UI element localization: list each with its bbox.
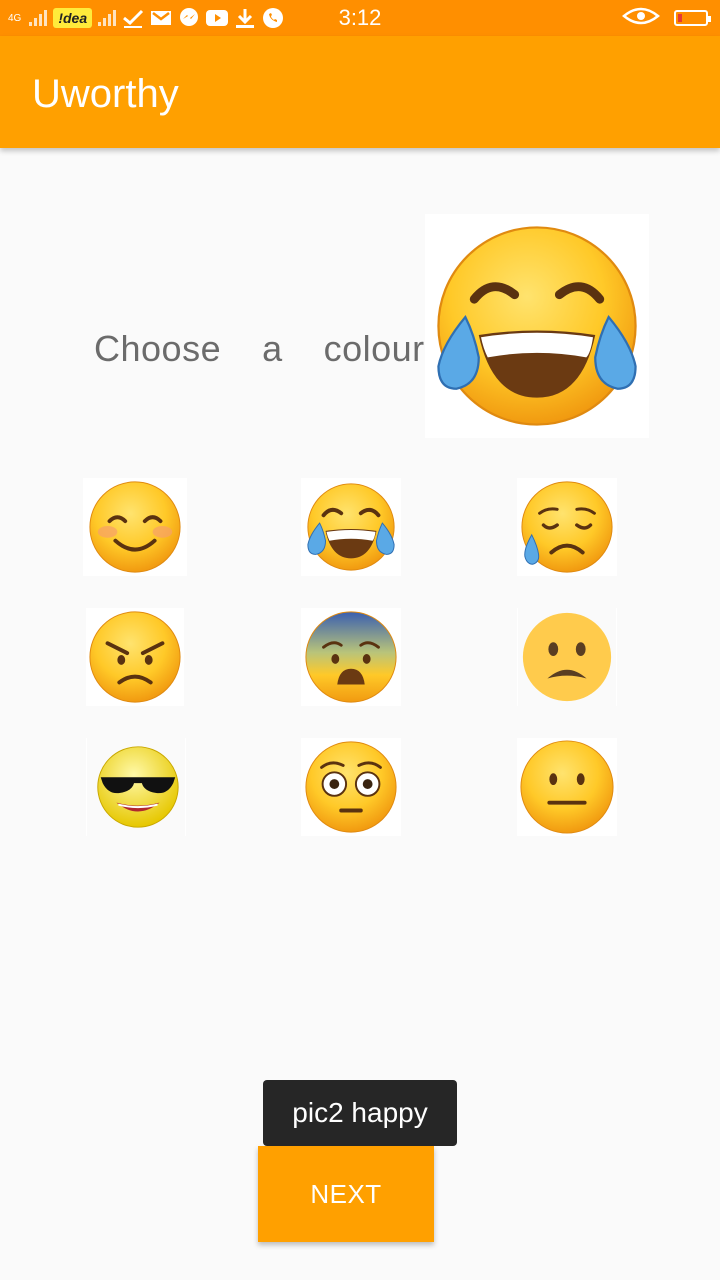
next-button[interactable]: NEXT	[258, 1146, 434, 1242]
eye-icon	[622, 6, 660, 31]
emoji-option-tears-of-joy[interactable]	[301, 478, 401, 576]
selected-emoji-preview	[425, 214, 649, 438]
status-bar: 4G !dea 3:12	[0, 0, 720, 36]
emoji-option-sunglasses[interactable]	[86, 738, 186, 836]
emoji-option-frowning[interactable]	[517, 608, 617, 706]
emoji-option-sad-tear[interactable]	[517, 478, 617, 576]
neutral-face-icon	[520, 740, 614, 834]
emoji-option-neutral[interactable]	[517, 738, 617, 836]
app-title: Uworthy	[32, 72, 179, 116]
emoji-option-flushed[interactable]	[301, 738, 401, 836]
toast-message: pic2 happy	[263, 1080, 457, 1146]
battery-icon	[674, 10, 711, 26]
angry-face-icon	[89, 611, 181, 703]
face-with-tears-of-joy-icon	[437, 226, 637, 426]
flushed-face-icon	[305, 741, 397, 833]
fearful-face-icon	[305, 611, 397, 703]
status-clock: 3:12	[338, 5, 382, 30]
sunglasses-face-icon	[87, 738, 185, 836]
face-with-tears-of-joy-icon	[307, 483, 395, 571]
frowning-face-icon	[518, 608, 616, 706]
emoji-option-smiling[interactable]	[83, 478, 187, 576]
emoji-option-fearful[interactable]	[301, 608, 401, 706]
smiling-face-icon	[89, 481, 181, 573]
emoji-option-angry[interactable]	[86, 608, 184, 706]
app-bar: Uworthy	[0, 36, 720, 148]
sad-tear-face-icon	[521, 481, 613, 573]
battery-level	[678, 14, 682, 22]
choose-colour-label: Choose a colour	[94, 328, 425, 369]
